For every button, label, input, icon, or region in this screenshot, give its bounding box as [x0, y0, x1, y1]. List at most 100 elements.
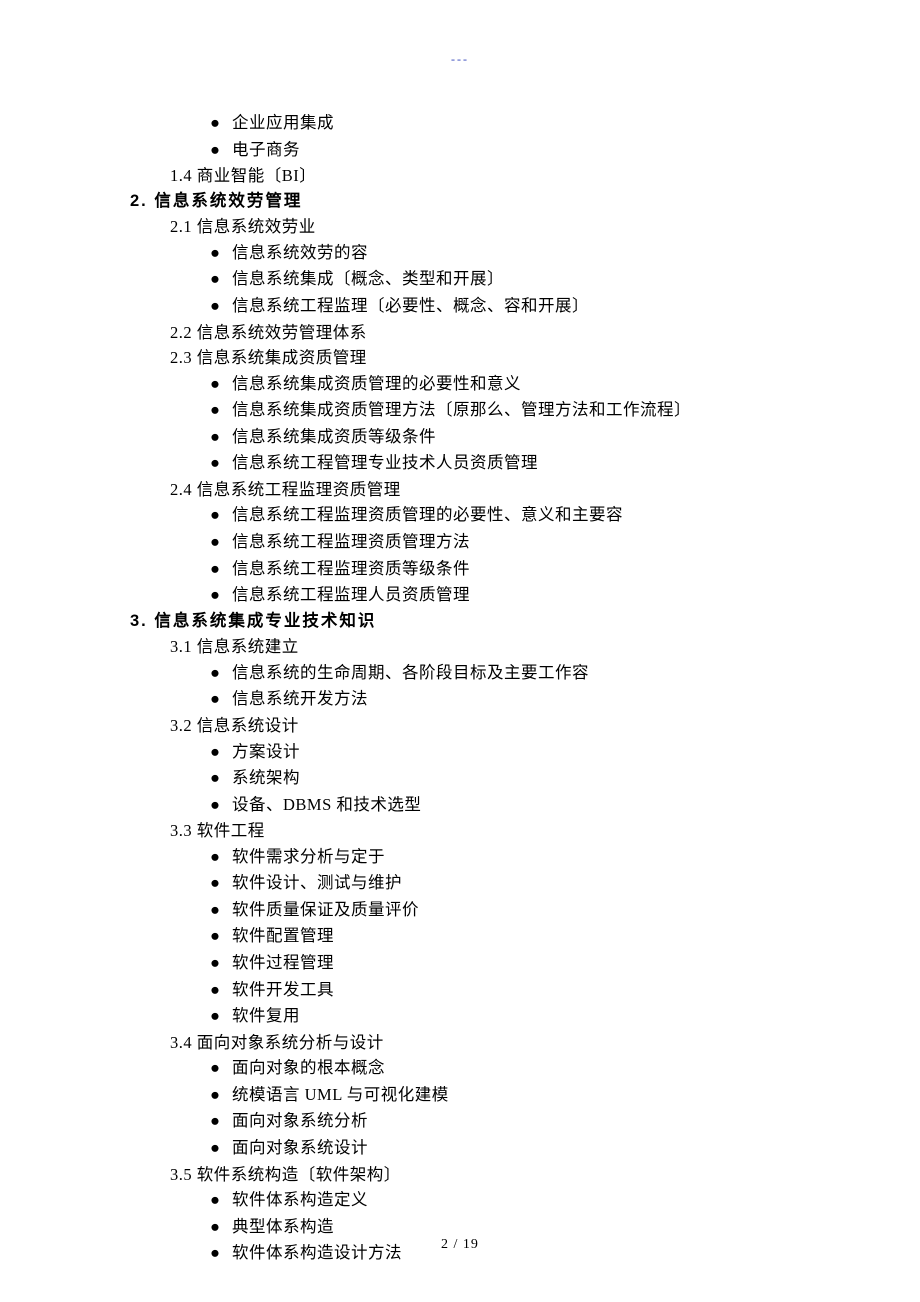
bullet-icon: ● [210, 372, 230, 398]
bullet-icon: ● [210, 1188, 230, 1214]
line-text: 3.4 面向对象系统分析与设计 [170, 1033, 384, 1052]
bullet-icon: ● [210, 398, 230, 424]
bullet-icon: ● [210, 503, 230, 529]
list-item: ●信息系统集成〔概念、类型和开展〕 [130, 266, 820, 293]
heading-level-2: 3.2 信息系统设计 [130, 713, 820, 739]
list-item-text: 面向对象系统分析 [230, 1111, 368, 1130]
list-item: ●电子商务 [130, 137, 820, 164]
list-item-text: 信息系统效劳的容 [230, 243, 368, 262]
list-item: ●软件体系构造定义 [130, 1187, 820, 1214]
list-item: ●信息系统效劳的容 [130, 240, 820, 267]
list-item-text: 信息系统集成资质等级条件 [230, 427, 436, 446]
heading-level-2: 2.3 信息系统集成资质管理 [130, 345, 820, 371]
bullet-icon: ● [210, 793, 230, 819]
heading-level-2: 3.4 面向对象系统分析与设计 [130, 1030, 820, 1056]
line-text: 2.3 信息系统集成资质管理 [170, 348, 367, 367]
bullet-icon: ● [210, 267, 230, 293]
bullet-icon: ● [210, 451, 230, 477]
list-item-text: 统模语言 UML 与可视化建模 [230, 1085, 449, 1104]
page-number: 2 / 19 [0, 1234, 920, 1256]
bullet-icon: ● [210, 241, 230, 267]
list-item-text: 信息系统集成资质管理方法〔原那么、管理方法和工作流程〕 [230, 400, 691, 419]
bullet-icon: ● [210, 951, 230, 977]
list-item: ●信息系统的生命周期、各阶段目标及主要工作容 [130, 660, 820, 687]
bullet-icon: ● [210, 740, 230, 766]
line-text: 2.1 信息系统效劳业 [170, 217, 316, 236]
bullet-icon: ● [210, 1004, 230, 1030]
bullet-icon: ● [210, 425, 230, 451]
bullet-icon: ● [210, 1136, 230, 1162]
bullet-icon: ● [210, 294, 230, 320]
heading-level-1: 3. 信息系统集成专业技术知识 [130, 609, 820, 635]
list-item: ●信息系统工程监理人员资质管理 [130, 582, 820, 609]
list-item-text: 信息系统工程管理专业技术人员资质管理 [230, 453, 538, 472]
list-item: ●信息系统开发方法 [130, 686, 820, 713]
document-body: ●企业应用集成●电子商务1.4 商业智能〔BI〕2. 信息系统效劳管理2.1 信… [130, 110, 820, 1267]
list-item: ●面向对象的根本概念 [130, 1055, 820, 1082]
list-item-text: 面向对象的根本概念 [230, 1058, 385, 1077]
bullet-icon: ● [210, 138, 230, 164]
list-item: ●设备、DBMS 和技术选型 [130, 792, 820, 819]
list-item-text: 设备、DBMS 和技术选型 [230, 795, 421, 814]
list-item-text: 软件复用 [230, 1006, 300, 1025]
list-item-text: 信息系统集成〔概念、类型和开展〕 [230, 269, 504, 288]
line-text: 3.2 信息系统设计 [170, 716, 299, 735]
list-item-text: 信息系统工程监理资质管理的必要性、意义和主要容 [230, 505, 623, 524]
list-item-text: 信息系统开发方法 [230, 689, 368, 708]
list-item-text: 系统架构 [230, 768, 300, 787]
line-text: 2.4 信息系统工程监理资质管理 [170, 480, 401, 499]
heading-level-2: 3.5 软件系统构造〔软件架构〕 [130, 1162, 820, 1188]
list-item: ●企业应用集成 [130, 110, 820, 137]
list-item-text: 面向对象系统设计 [230, 1138, 368, 1157]
bullet-icon: ● [210, 898, 230, 924]
line-text: 3.3 软件工程 [170, 821, 265, 840]
list-item-text: 信息系统工程监理资质管理方法 [230, 532, 470, 551]
list-item-text: 软件过程管理 [230, 953, 334, 972]
bullet-icon: ● [210, 530, 230, 556]
bullet-icon: ● [210, 845, 230, 871]
bullet-icon: ● [210, 1083, 230, 1109]
list-item-text: 软件质量保证及质量评价 [230, 900, 419, 919]
heading-level-2: 1.4 商业智能〔BI〕 [130, 163, 820, 189]
list-item: ●信息系统集成资质管理的必要性和意义 [130, 371, 820, 398]
list-item-text: 企业应用集成 [230, 113, 334, 132]
list-item-text: 电子商务 [230, 140, 300, 159]
line-text: 3.5 软件系统构造〔软件架构〕 [170, 1165, 401, 1184]
bullet-icon: ● [210, 1056, 230, 1082]
list-item: ●软件需求分析与定于 [130, 844, 820, 871]
bullet-icon: ● [210, 766, 230, 792]
list-item: ●软件质量保证及质量评价 [130, 897, 820, 924]
heading-level-2: 2.4 信息系统工程监理资质管理 [130, 477, 820, 503]
list-item: ●软件配置管理 [130, 923, 820, 950]
list-item-text: 软件体系构造定义 [230, 1190, 368, 1209]
list-item: ●软件设计、测试与维护 [130, 870, 820, 897]
list-item-text: 信息系统集成资质管理的必要性和意义 [230, 374, 521, 393]
list-item: ●方案设计 [130, 739, 820, 766]
bullet-icon: ● [210, 583, 230, 609]
heading-level-2: 3.3 软件工程 [130, 818, 820, 844]
bullet-icon: ● [210, 111, 230, 137]
heading-level-2: 3.1 信息系统建立 [130, 634, 820, 660]
bullet-icon: ● [210, 978, 230, 1004]
line-text: 2. 信息系统效劳管理 [130, 192, 302, 210]
list-item: ●统模语言 UML 与可视化建模 [130, 1082, 820, 1109]
bullet-icon: ● [210, 1109, 230, 1135]
list-item: ●信息系统工程监理资质管理方法 [130, 529, 820, 556]
line-text: 2.2 信息系统效劳管理体系 [170, 323, 367, 342]
list-item: ●面向对象系统设计 [130, 1135, 820, 1162]
list-item-text: 典型体系构造 [230, 1217, 334, 1236]
heading-level-1: 2. 信息系统效劳管理 [130, 189, 820, 215]
list-item: ●信息系统工程管理专业技术人员资质管理 [130, 450, 820, 477]
bullet-icon: ● [210, 661, 230, 687]
bullet-icon: ● [210, 687, 230, 713]
heading-level-2: 2.2 信息系统效劳管理体系 [130, 320, 820, 346]
list-item-text: 信息系统的生命周期、各阶段目标及主要工作容 [230, 663, 589, 682]
list-item: ●面向对象系统分析 [130, 1108, 820, 1135]
list-item-text: 软件配置管理 [230, 926, 334, 945]
list-item: ●信息系统集成资质等级条件 [130, 424, 820, 451]
bullet-icon: ● [210, 871, 230, 897]
bullet-icon: ● [210, 924, 230, 950]
list-item-text: 软件需求分析与定于 [230, 847, 385, 866]
list-item: ●软件复用 [130, 1003, 820, 1030]
list-item: ●信息系统工程监理〔必要性、概念、容和开展〕 [130, 293, 820, 320]
